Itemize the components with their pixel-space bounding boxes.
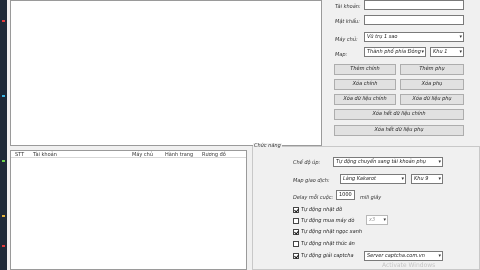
chevron-down-icon: ▾	[459, 34, 462, 40]
delete-main-data-button[interactable]: Xóa dữ liệu chính	[334, 94, 396, 105]
mode-select[interactable]: Tự động chuyển sang tài khoản phụ ▾	[333, 157, 443, 167]
chevron-down-icon: ▾	[421, 49, 424, 55]
auto-pick-gem-label: Tự động nhặt ngọc xanh	[301, 229, 363, 235]
trade-map-select[interactable]: Làng Kakarot ▾	[340, 174, 406, 184]
zone-select[interactable]: Khu 1 ▾	[430, 47, 464, 57]
desktop-marker	[2, 95, 5, 97]
desktop-background-strip	[0, 0, 7, 270]
captcha-server-value: Server captcha.com.vn	[367, 253, 425, 259]
auto-pick-food-checkbox[interactable]	[293, 241, 299, 247]
trade-zone-select-value: Khu 9	[414, 176, 429, 182]
chevron-down-icon: ▾	[438, 253, 441, 259]
desktop-marker	[2, 215, 5, 217]
delay-unit-label: mili giây	[360, 195, 382, 201]
auto-captcha-label: Tự động giải captcha	[301, 253, 354, 259]
column-header[interactable]: Tài khoản	[33, 152, 57, 158]
auto-pickup-label: Tự động nhặt đồ	[301, 207, 343, 213]
column-header[interactable]: STT	[15, 152, 24, 158]
auto-pick-gem-checkbox[interactable]	[293, 229, 299, 235]
account-table[interactable]: STT Tài khoản Máy chủ Hành trang Rương đ…	[10, 150, 247, 270]
auto-pick-food-label: Tự động nhặt thức ăn	[301, 241, 355, 247]
chevron-down-icon: ▾	[438, 176, 441, 182]
column-header[interactable]: Hành trang	[165, 152, 193, 158]
mode-select-value: Tự động chuyển sang tài khoản phụ	[336, 159, 426, 165]
auto-buy-items-checkbox[interactable]	[293, 218, 299, 224]
table-header: STT Tài khoản Máy chủ Hành trang Rương đ…	[11, 151, 246, 158]
delete-main-button[interactable]: Xóa chính	[334, 79, 396, 90]
zone-select-value: Khu 1	[433, 49, 448, 55]
auto-captcha-checkbox[interactable]	[293, 253, 299, 259]
trade-map-label: Map giao dịch:	[293, 178, 330, 184]
delete-all-sub-data-button[interactable]: Xóa hết dữ liệu phụ	[334, 125, 464, 136]
mode-label: Chế độ úp:	[293, 160, 321, 166]
delay-input[interactable]: 1000	[336, 190, 355, 200]
auto-buy-count-value: x3	[369, 217, 376, 223]
chevron-down-icon: ▾	[438, 159, 441, 165]
map-select-value: Thành phố phía Đông	[367, 49, 421, 55]
auto-buy-items-label: Tự động mua máy dò	[301, 218, 355, 224]
auto-buy-count-select[interactable]: x3 ▾	[366, 215, 388, 225]
windows-activation-watermark: Activate Windows	[382, 262, 436, 269]
trade-zone-select[interactable]: Khu 9 ▾	[411, 174, 443, 184]
auto-pickup-checkbox[interactable]	[293, 207, 299, 213]
settings-group-title: Chức năng	[253, 143, 282, 149]
map-label: Map:	[335, 52, 348, 58]
server-select[interactable]: Vũ trụ 1 sao ▾	[364, 32, 464, 42]
add-main-button[interactable]: Thêm chính	[334, 64, 396, 75]
account-label: Tài khoản:	[335, 4, 361, 10]
chevron-down-icon: ▾	[401, 176, 404, 182]
trade-map-select-value: Làng Kakarot	[343, 176, 376, 182]
map-select[interactable]: Thành phố phía Đông ▾	[364, 47, 426, 57]
add-sub-button[interactable]: Thêm phụ	[400, 64, 464, 75]
password-input[interactable]	[364, 15, 464, 25]
log-textbox[interactable]	[10, 0, 322, 146]
delete-sub-button[interactable]: Xóa phụ	[400, 79, 464, 90]
delete-sub-data-button[interactable]: Xóa dữ liệu phụ	[400, 94, 464, 105]
desktop-marker	[2, 160, 5, 162]
chevron-down-icon: ▾	[459, 49, 462, 55]
password-label: Mật khẩu:	[335, 19, 360, 25]
server-select-value: Vũ trụ 1 sao	[367, 34, 398, 40]
chevron-down-icon: ▾	[383, 217, 386, 223]
delay-label: Delay mỗi cuộc:	[293, 195, 334, 201]
desktop-marker	[2, 20, 5, 22]
captcha-server-select[interactable]: Server captcha.com.vn ▾	[364, 251, 443, 261]
server-label: Máy chủ:	[335, 37, 358, 43]
delete-all-main-data-button[interactable]: Xóa hết dữ liệu chính	[334, 109, 464, 120]
account-input[interactable]	[364, 0, 464, 10]
column-header[interactable]: Rương đồ	[202, 152, 226, 158]
column-header[interactable]: Máy chủ	[132, 152, 153, 158]
desktop-marker	[2, 245, 5, 247]
